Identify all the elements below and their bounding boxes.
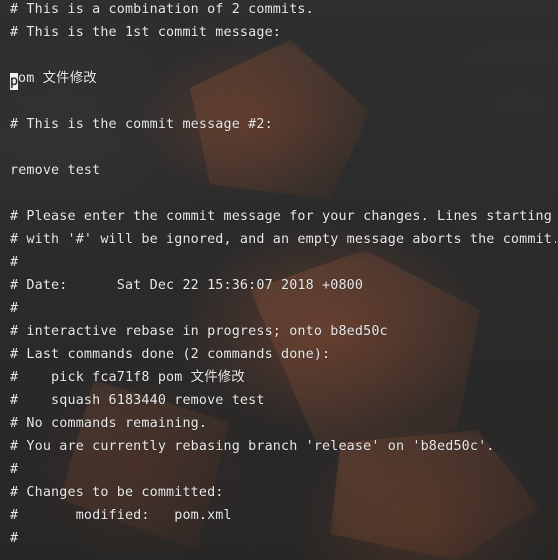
editor-line-10[interactable]: # Please enter the commit message for yo… (10, 205, 556, 228)
editor-line-16[interactable]: # Last commands done (2 commands done): (10, 343, 556, 366)
editor-line-2[interactable]: # This is the 1st commit message: (10, 21, 556, 44)
editor-line-11[interactable]: # with '#' will be ignored, and an empty… (10, 228, 556, 251)
commit-message-editor[interactable]: # This is a combination of 2 commits. # … (10, 0, 556, 550)
editor-line-7[interactable] (10, 136, 556, 159)
editor-line-21[interactable]: # (10, 458, 556, 481)
editor-line-9[interactable] (10, 182, 556, 205)
editor-line-6[interactable]: # This is the commit message #2: (10, 113, 556, 136)
editor-line-4-text: om 文件修改 (18, 71, 97, 86)
editor-line-20[interactable]: # You are currently rebasing branch 'rel… (10, 435, 556, 458)
text-cursor: p (10, 73, 19, 90)
editor-line-14[interactable]: # (10, 297, 556, 320)
editor-line-24[interactable]: # (10, 527, 556, 550)
editor-line-15[interactable]: # interactive rebase in progress; onto b… (10, 320, 556, 343)
editor-line-13[interactable]: # Date: Sat Dec 22 15:36:07 2018 +0800 (10, 274, 556, 297)
editor-line-23[interactable]: # modified: pom.xml (10, 504, 556, 527)
editor-line-1[interactable]: # This is a combination of 2 commits. (10, 0, 556, 21)
editor-line-12[interactable]: # (10, 251, 556, 274)
editor-line-8[interactable]: remove test (10, 159, 556, 182)
editor-line-3[interactable] (10, 44, 556, 67)
editor-line-19[interactable]: # No commands remaining. (10, 412, 556, 435)
editor-line-17[interactable]: # pick fca71f8 pom 文件修改 (10, 366, 556, 389)
editor-line-18[interactable]: # squash 6183440 remove test (10, 389, 556, 412)
editor-line-5[interactable] (10, 90, 556, 113)
editor-line-22[interactable]: # Changes to be committed: (10, 481, 556, 504)
editor-line-4-cursor-line[interactable]: pom 文件修改 (10, 67, 556, 90)
